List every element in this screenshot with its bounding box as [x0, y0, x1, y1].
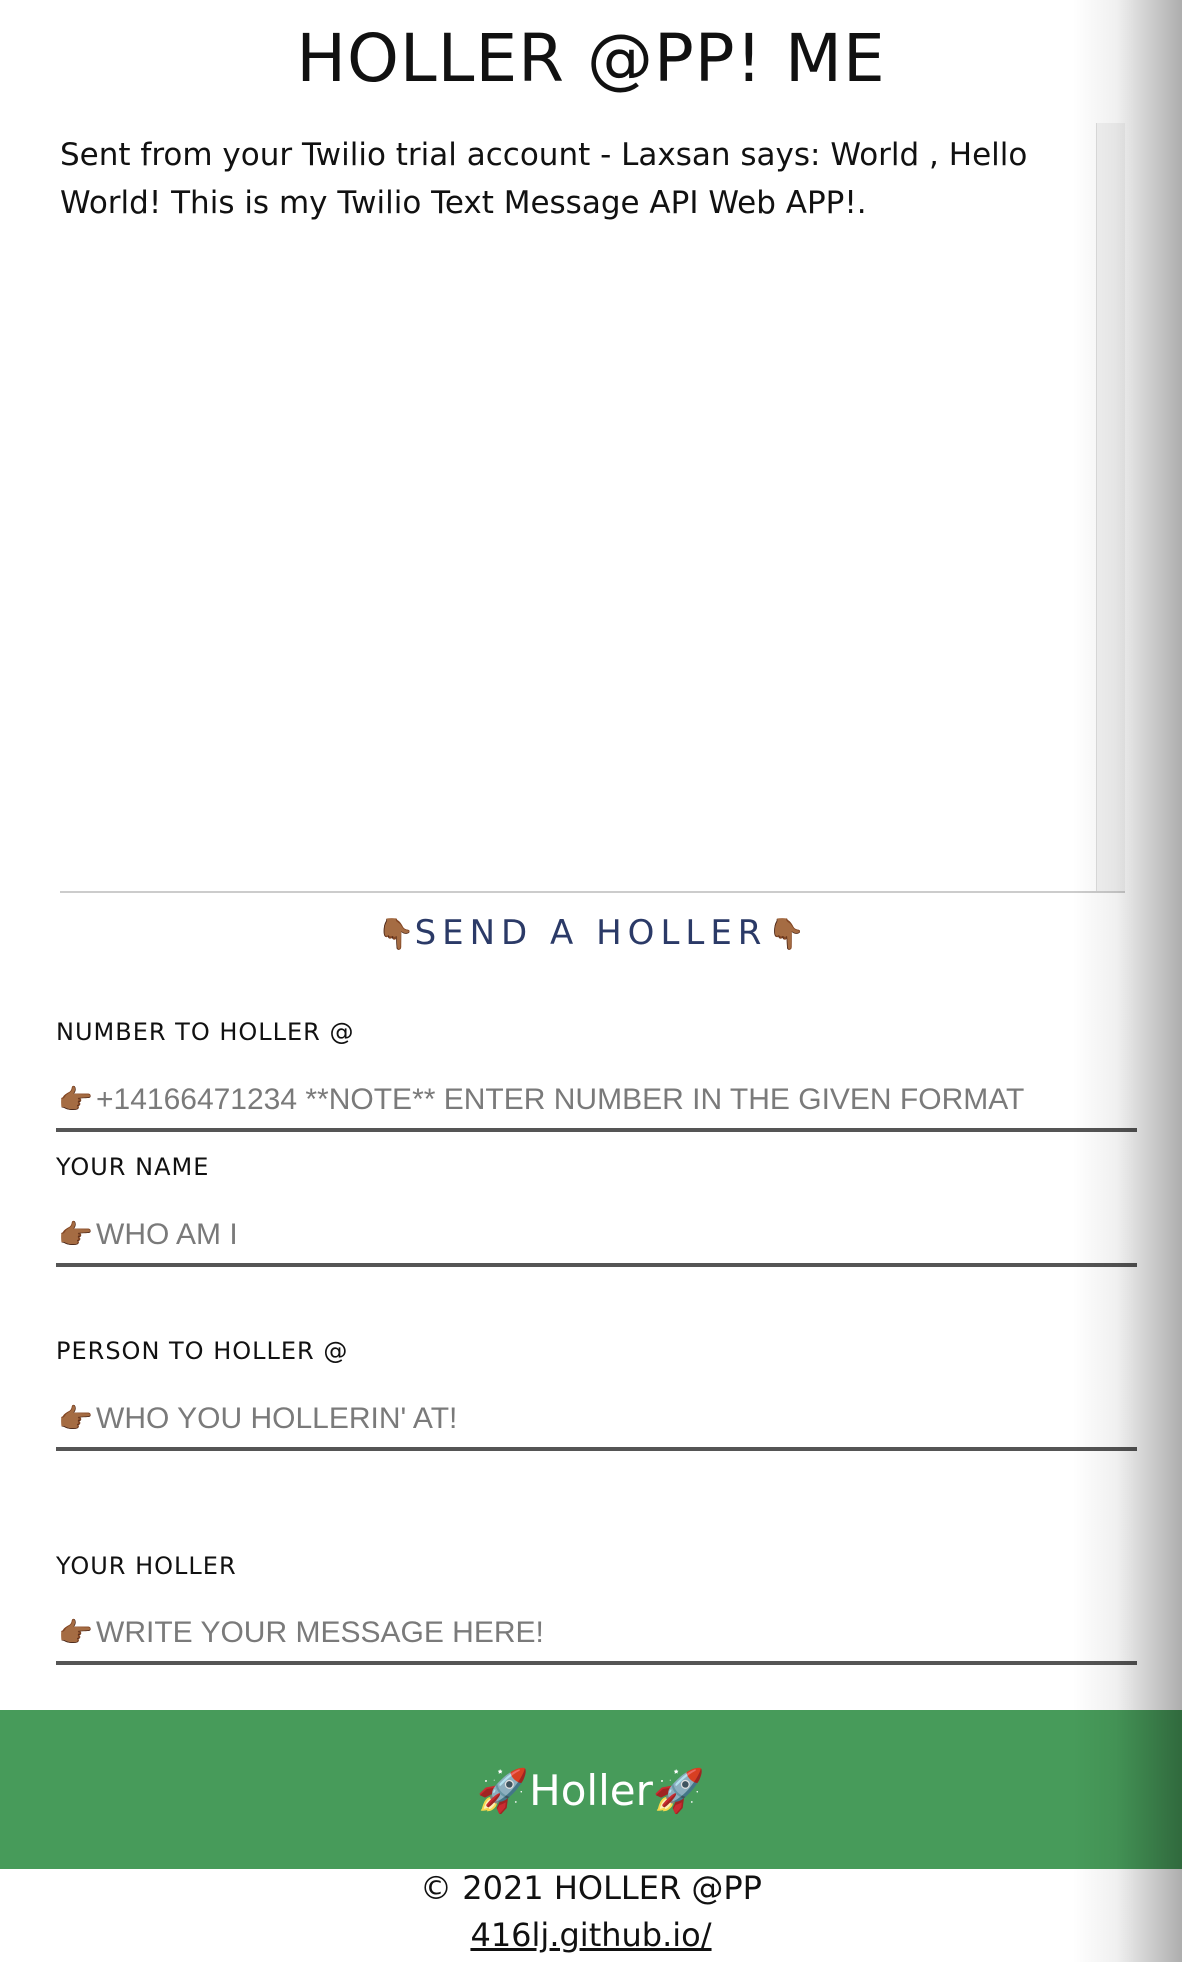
number-field[interactable]: 👉🏾	[56, 1070, 1137, 1132]
pointing-right-icon: 👉🏾	[58, 1218, 93, 1251]
page-title: HOLLER @PP! ME	[296, 20, 886, 97]
person-input[interactable]	[96, 1395, 1126, 1443]
message-log[interactable]: Sent from your Twilio trial account - La…	[60, 123, 1125, 893]
message-input[interactable]	[96, 1609, 1126, 1657]
name-label: YOUR NAME	[56, 1153, 210, 1181]
person-label: PERSON TO HOLLER @	[56, 1337, 349, 1365]
name-field[interactable]: 👉🏾	[56, 1205, 1137, 1267]
footer-link[interactable]: 416lj.github.io/	[470, 1916, 711, 1954]
holler-button[interactable]: 🚀Holler🚀	[0, 1710, 1182, 1869]
message-label: YOUR HOLLER	[56, 1552, 237, 1580]
message-field[interactable]: 👉🏾	[56, 1603, 1137, 1665]
footer-link-wrapper: 416lj.github.io/	[0, 1912, 1182, 1958]
pointing-right-icon: 👉🏾	[58, 1402, 93, 1435]
holler-button-label: Holler	[529, 1766, 653, 1815]
rocket-icon: 🚀	[652, 1766, 706, 1815]
number-label: NUMBER TO HOLLER @	[56, 1018, 355, 1046]
pointing-right-icon: 👉🏾	[58, 1616, 93, 1649]
person-field[interactable]: 👉🏾	[56, 1389, 1137, 1451]
name-input[interactable]	[96, 1211, 1126, 1259]
footer-copyright: © 2021 HOLLER @PP	[420, 1869, 762, 1907]
pointing-down-icon: 👇🏾	[377, 917, 415, 952]
number-input[interactable]	[96, 1076, 1126, 1124]
pointing-down-icon: 👇🏾	[767, 917, 805, 952]
pointing-right-icon: 👉🏾	[58, 1083, 93, 1116]
send-heading: 👇🏾SEND A HOLLER👇🏾	[0, 905, 1182, 963]
message-log-text: Sent from your Twilio trial account - La…	[60, 137, 1028, 221]
send-heading-text: SEND A HOLLER	[414, 913, 768, 953]
rocket-icon: 🚀	[476, 1766, 530, 1815]
message-log-scrollbar[interactable]	[1096, 123, 1125, 891]
